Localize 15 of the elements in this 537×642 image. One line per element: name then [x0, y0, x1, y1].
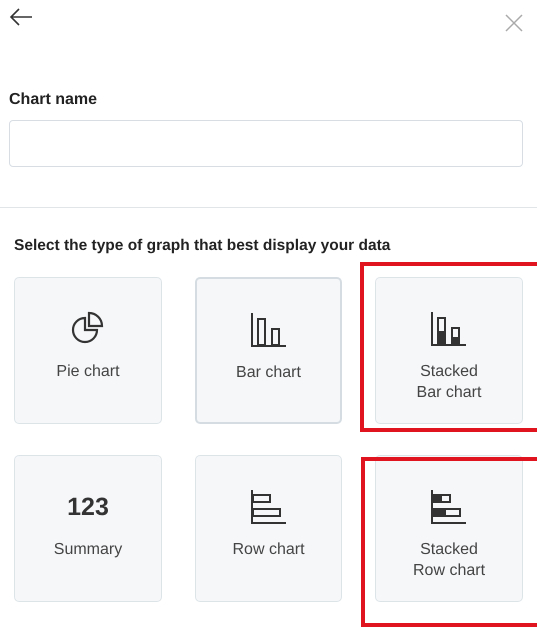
- field-label: Chart name: [9, 91, 98, 109]
- chart-type-card[interactable]: Stacked Bar chart: [375, 277, 523, 424]
- chart-type-card[interactable]: Bar chart: [195, 277, 342, 424]
- chart-type-card[interactable]: Row chart: [195, 455, 342, 602]
- stacked-row-chart-icon: [431, 489, 467, 525]
- row-chart-icon: [250, 489, 286, 525]
- chart-name-field[interactable]: [9, 120, 523, 167]
- chart-type-card[interactable]: 123 Summary: [14, 455, 162, 602]
- prompt-text: Select the type of graph that best display your data: [13, 236, 392, 255]
- stacked-bar-chart-icon: [431, 311, 467, 347]
- bar-chart-icon: [250, 312, 286, 348]
- back-arrow-icon[interactable]: [9, 8, 33, 26]
- close-icon[interactable]: [505, 14, 523, 32]
- chart-type-card[interactable]: Pie chart: [14, 277, 162, 424]
- chart-type-card[interactable]: Stacked Row chart: [375, 455, 523, 602]
